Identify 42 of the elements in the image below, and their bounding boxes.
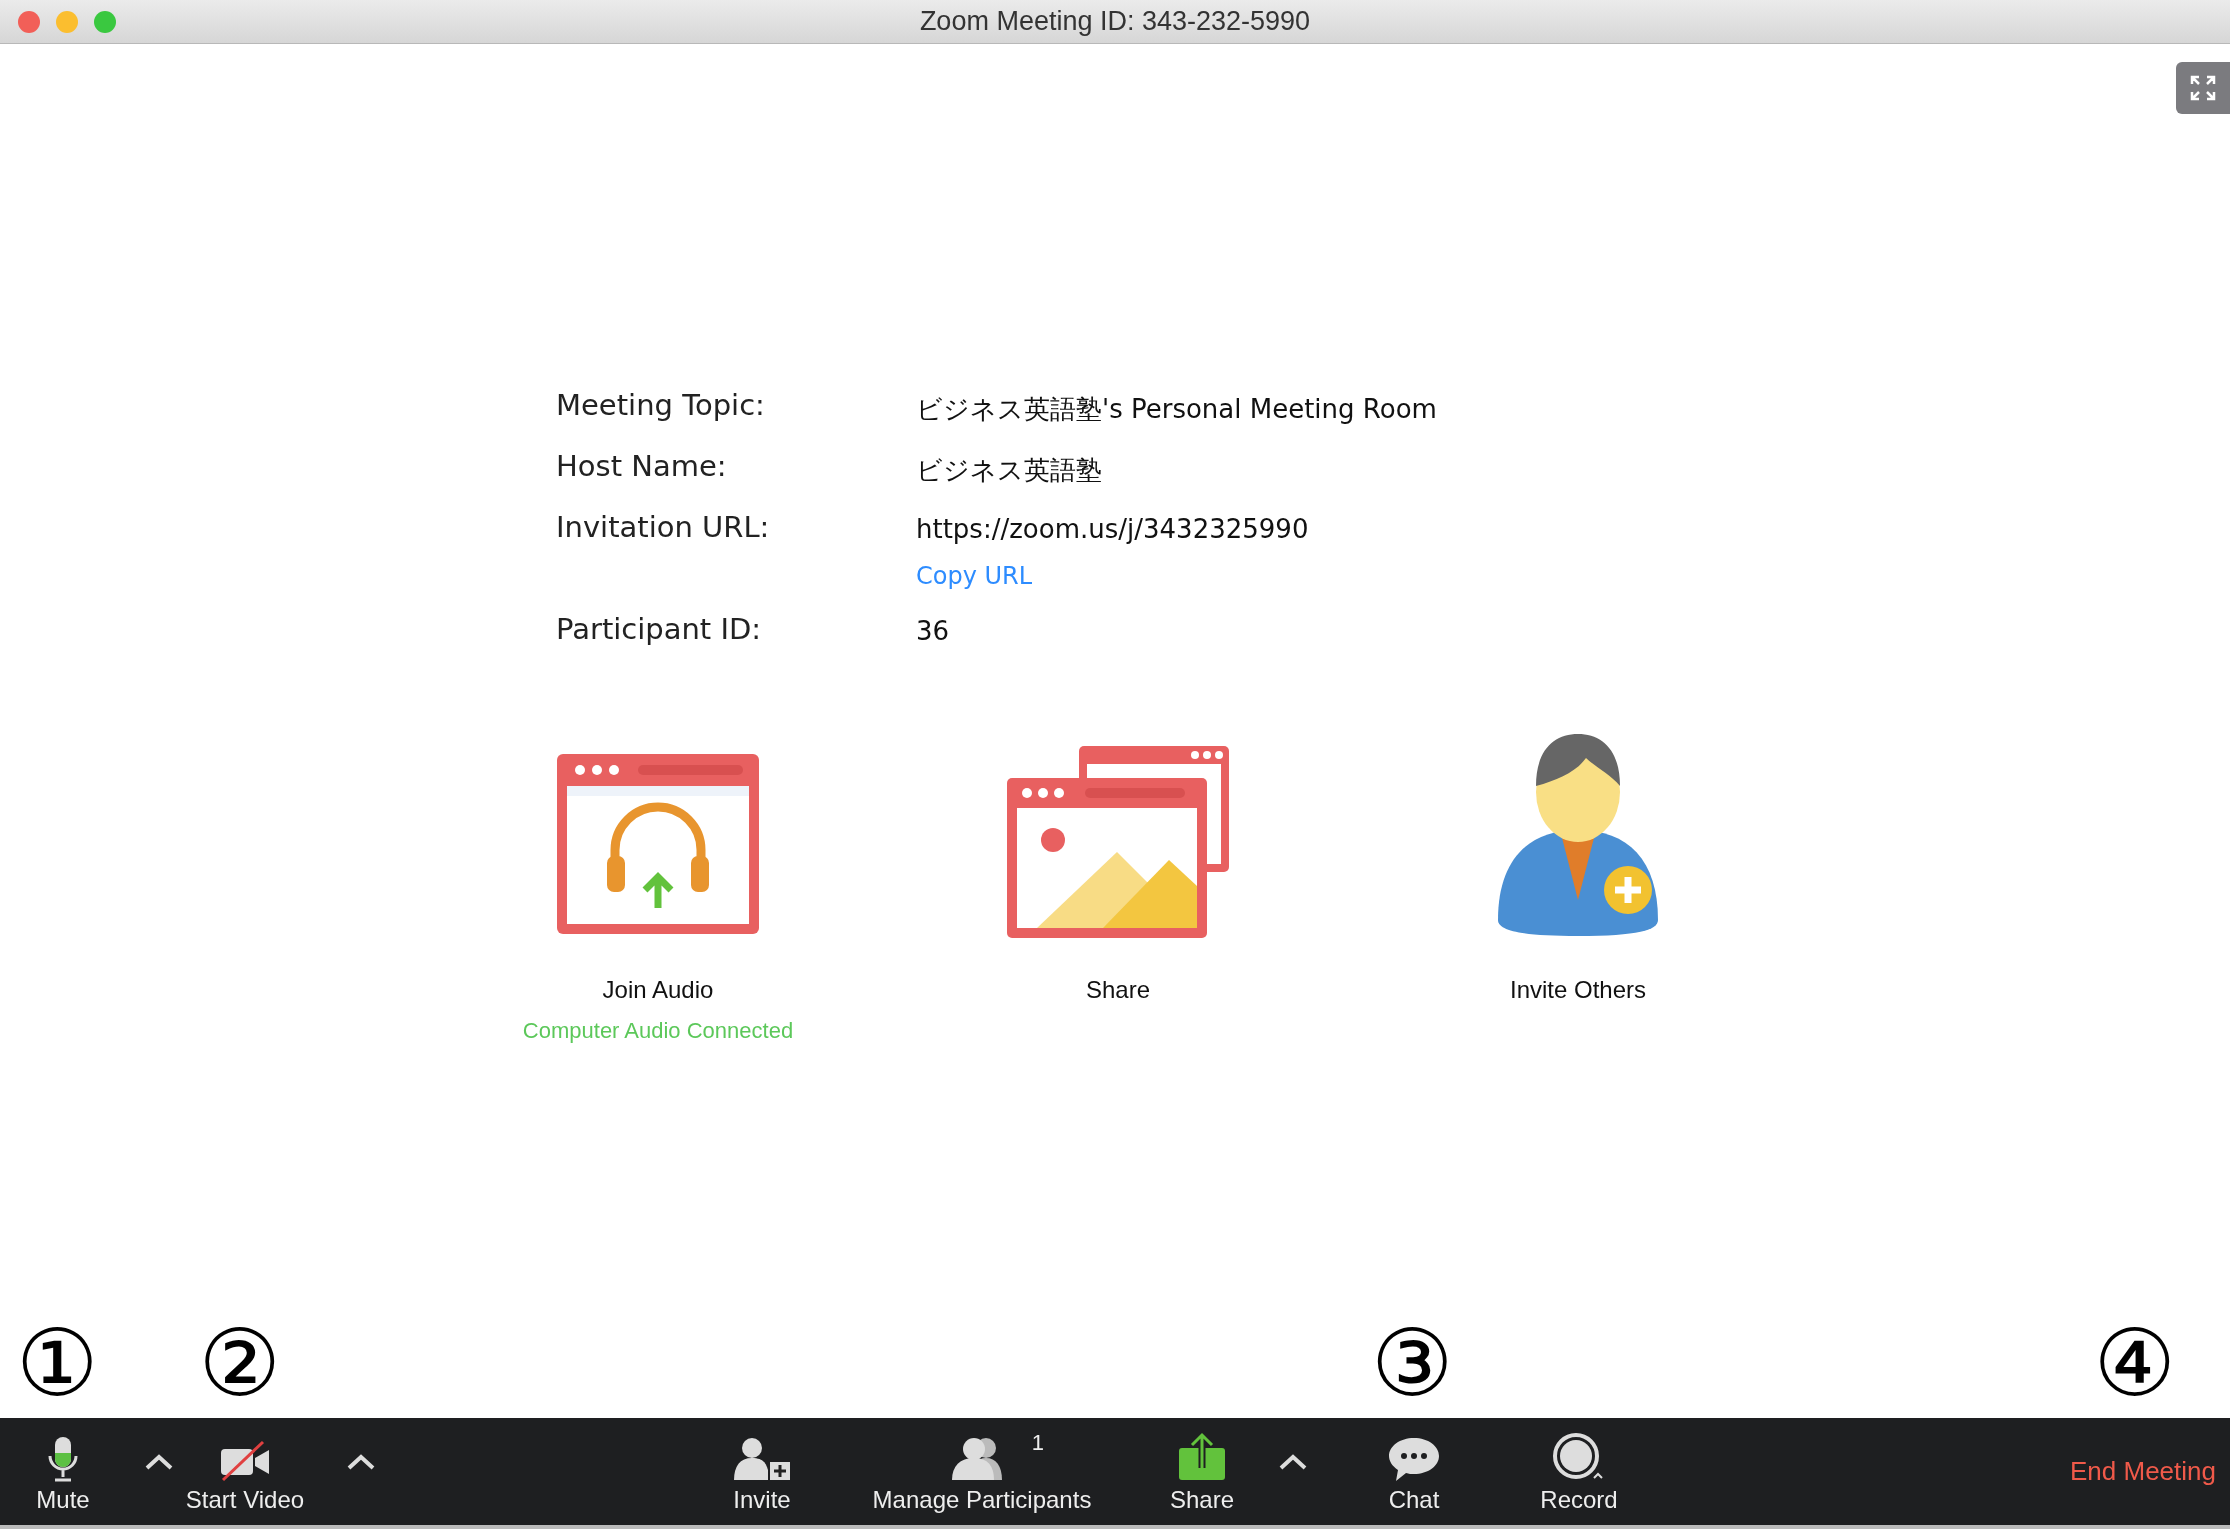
toolbar-button[interactable]: 1 Manage Participants (862, 1423, 1102, 1520)
action-label[interactable]: Join Audio (602, 976, 714, 1004)
toolbar-button[interactable]: Invite (712, 1423, 812, 1520)
field-label: Invitation URL: (556, 510, 771, 546)
participant-count: 1 (1031, 1429, 1044, 1456)
toolbar-label: Invite (733, 1485, 791, 1514)
field-label: Meeting Topic: (556, 388, 766, 424)
field-value: 36 (916, 615, 951, 646)
field-label: Host Name: (556, 449, 728, 485)
toolbar-label: Mute (36, 1485, 90, 1514)
circled-number: ② (198, 1314, 281, 1414)
toolbar-label: Share (1169, 1485, 1234, 1514)
toolbar-button[interactable]: Start Video (170, 1423, 320, 1520)
chat-bubble-icon (1387, 1435, 1441, 1482)
toolbar-label: Record (1540, 1485, 1618, 1514)
microphone-icon (48, 1435, 78, 1482)
field-value: ビジネス英語塾's Personal Meeting Room (916, 393, 1438, 426)
toolbar-button[interactable]: Mute (8, 1423, 118, 1520)
expand-icon (2190, 75, 2216, 101)
circled-number: ④ (2093, 1314, 2176, 1414)
circled-number: ③ (1370, 1314, 1454, 1414)
audio-status: Computer Audio Connected (522, 1018, 794, 1044)
toolbar-label: Chat (1388, 1485, 1440, 1514)
toolbar-label: Manage Participants (872, 1485, 1092, 1514)
field-label: Participant ID: (556, 612, 763, 646)
window-title: Zoom Meeting ID: 343-232-5990 (918, 6, 1312, 37)
image-windows-icon (1005, 744, 1231, 940)
toolbar-label: Start Video (185, 1485, 305, 1514)
toolbar-button[interactable]: Record (1519, 1423, 1639, 1520)
action-label[interactable]: Share (1085, 976, 1150, 1004)
toolbar-button[interactable]: Share (1152, 1423, 1252, 1520)
field-value: https://zoom.us/j/3432325990 (916, 513, 1310, 544)
share-upload-icon (1177, 1431, 1227, 1482)
end-meeting-button[interactable]: End Meeting (2064, 1450, 2222, 1493)
circled-number: ① (16, 1314, 99, 1414)
video-off-icon (219, 1439, 271, 1482)
fullscreen-button[interactable] (2176, 62, 2230, 114)
person-add-icon (732, 1435, 792, 1482)
field-value: ビジネス英語塾 (916, 454, 1103, 487)
action-label[interactable]: Invite Others (1509, 976, 1647, 1004)
close-button[interactable] (18, 10, 40, 33)
toolbar-button[interactable]: Chat (1364, 1423, 1464, 1520)
